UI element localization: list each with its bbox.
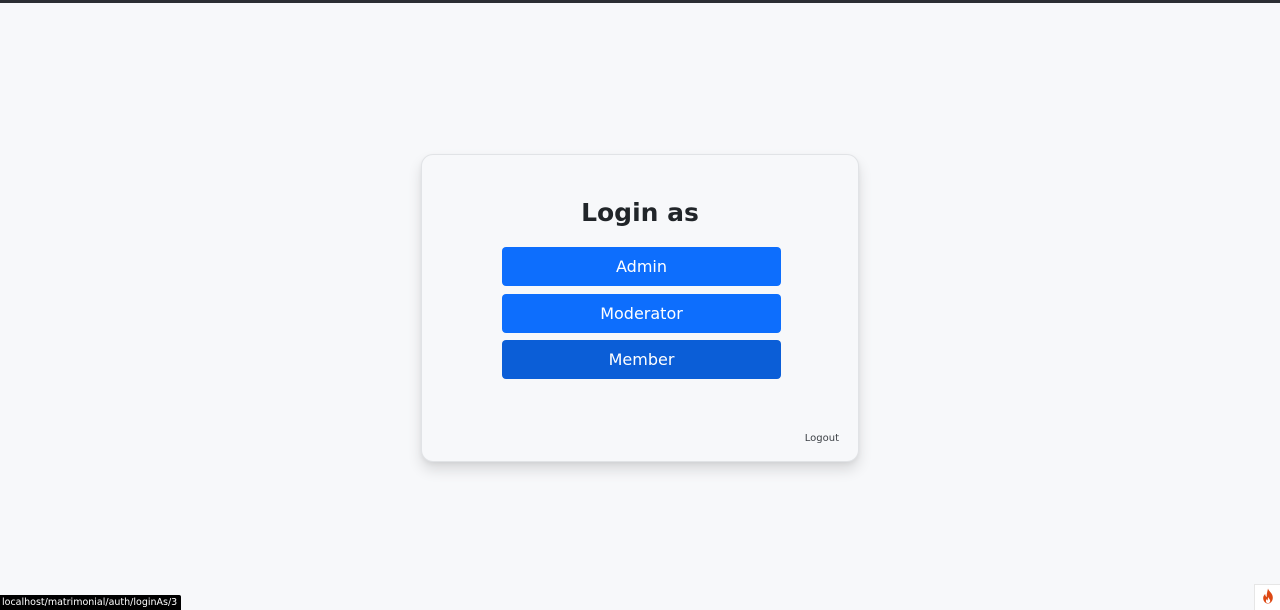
login-as-card: Login as Admin Moderator Member Logout bbox=[421, 154, 859, 462]
flame-icon bbox=[1261, 588, 1275, 608]
status-bar-url: localhost/matrimonial/auth/loginAs/3 bbox=[0, 595, 182, 610]
login-as-member-button[interactable]: Member bbox=[502, 340, 781, 379]
login-as-moderator-button[interactable]: Moderator bbox=[502, 294, 781, 333]
window-top-border bbox=[0, 0, 1280, 3]
login-as-admin-button[interactable]: Admin bbox=[502, 247, 781, 286]
debug-toolbar-toggle[interactable] bbox=[1254, 584, 1280, 610]
logout-link[interactable]: Logout bbox=[805, 432, 839, 446]
page-title: Login as bbox=[581, 198, 699, 227]
